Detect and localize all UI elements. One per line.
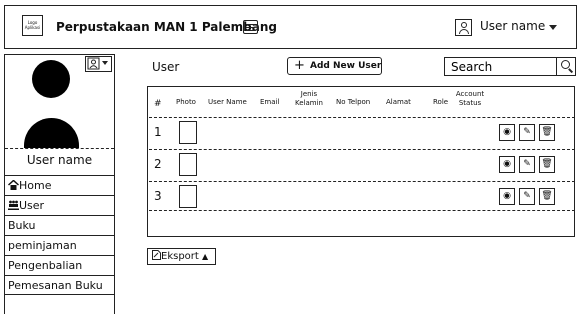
export-button[interactable]: Eksport ▲ <box>147 248 216 265</box>
sidebar-item-label: Pemesanan Buku <box>8 279 103 292</box>
sidebar-item-label: Pengenbalian <box>8 259 83 272</box>
sidebar-item-pemesanan-buku[interactable]: Pemesanan Buku <box>5 275 114 295</box>
edit-icon: ✎ <box>523 191 531 201</box>
sidebar-item-buku[interactable]: Buku <box>5 215 114 235</box>
user-dropdown-icon <box>87 57 108 70</box>
profile-options-button[interactable] <box>85 56 112 72</box>
col-header-email: Email <box>260 98 280 106</box>
row-number: 3 <box>154 189 162 203</box>
plus-icon: + <box>294 58 305 73</box>
eye-icon: ◉ <box>503 127 511 137</box>
trash-icon: 🗑 <box>541 127 553 137</box>
chevron-down-icon[interactable] <box>549 25 557 30</box>
users-icon <box>8 200 19 210</box>
edit-button[interactable]: ✎ <box>519 124 535 141</box>
view-button[interactable]: ◉ <box>499 188 515 205</box>
table-row: 1 ◉ ✎ 🗑 <box>149 117 575 147</box>
sidebar-item-label: User <box>19 199 45 212</box>
sidebar-user-name: User name <box>26 153 93 167</box>
user-photo <box>179 121 197 144</box>
table-row: 3 ◉ ✎ 🗑 <box>149 181 575 211</box>
col-header-jenis-kelamin: Jenis Kelamin <box>295 90 323 107</box>
col-header-alamat: Alamat <box>386 98 411 106</box>
home-icon <box>7 179 20 190</box>
edit-icon: ✎ <box>523 159 531 169</box>
view-button[interactable]: ◉ <box>499 156 515 173</box>
edit-button[interactable]: ✎ <box>519 188 535 205</box>
app-logo: Logo Aplikasi <box>22 15 43 36</box>
caret-up-icon: ▲ <box>202 252 209 261</box>
menu-icon[interactable] <box>243 20 258 34</box>
sidebar-item-label: peminjaman <box>8 239 77 252</box>
user-avatar-icon <box>455 19 472 36</box>
col-header-no: # <box>154 99 162 109</box>
sidebar-item-home[interactable]: Home <box>5 175 114 195</box>
eye-icon: ◉ <box>503 159 511 169</box>
edit-icon: ✎ <box>523 127 531 137</box>
search-icon[interactable] <box>556 57 576 76</box>
add-user-label: Add New User <box>310 61 382 71</box>
col-header-photo: Photo <box>176 98 196 106</box>
trash-icon: 🗑 <box>541 191 553 201</box>
sidebar: User name Home User Buku peminjaman Peng… <box>4 54 115 314</box>
sidebar-item-peminjaman[interactable]: peminjaman <box>5 235 114 255</box>
app-header: Logo Aplikasi Perpustakaan MAN 1 Palemba… <box>4 5 577 49</box>
row-number: 1 <box>154 125 162 139</box>
user-photo <box>179 153 197 176</box>
trash-icon: 🗑 <box>541 159 553 169</box>
sidebar-item-user[interactable]: User <box>5 195 114 215</box>
edit-button[interactable]: ✎ <box>519 156 535 173</box>
col-header-username: User Name <box>208 98 247 106</box>
export-label: Eksport <box>161 251 199 262</box>
user-photo <box>179 185 197 208</box>
col-header-account-status: Account Status <box>455 90 485 107</box>
export-file-icon <box>152 250 161 260</box>
delete-button[interactable]: 🗑 <box>539 124 555 141</box>
sidebar-item-label: Buku <box>8 219 36 232</box>
page-title: User <box>152 60 180 74</box>
delete-button[interactable]: 🗑 <box>539 156 555 173</box>
view-button[interactable]: ◉ <box>499 124 515 141</box>
row-number: 2 <box>154 157 162 171</box>
sidebar-divider <box>5 148 114 149</box>
header-user-name: User name <box>480 19 546 33</box>
eye-icon: ◉ <box>503 191 511 201</box>
table-row: 2 ◉ ✎ 🗑 <box>149 149 575 179</box>
delete-button[interactable]: 🗑 <box>539 188 555 205</box>
add-user-button[interactable]: + Add New User <box>287 57 382 75</box>
sidebar-item-pengenbalian[interactable]: Pengenbalian <box>5 255 114 275</box>
col-header-role: Role <box>433 98 449 106</box>
col-header-no-telpon: No Telpon <box>336 98 371 106</box>
users-table: # Photo User Name Email Jenis Kelamin No… <box>147 86 575 237</box>
sidebar-item-label: Home <box>19 179 52 192</box>
